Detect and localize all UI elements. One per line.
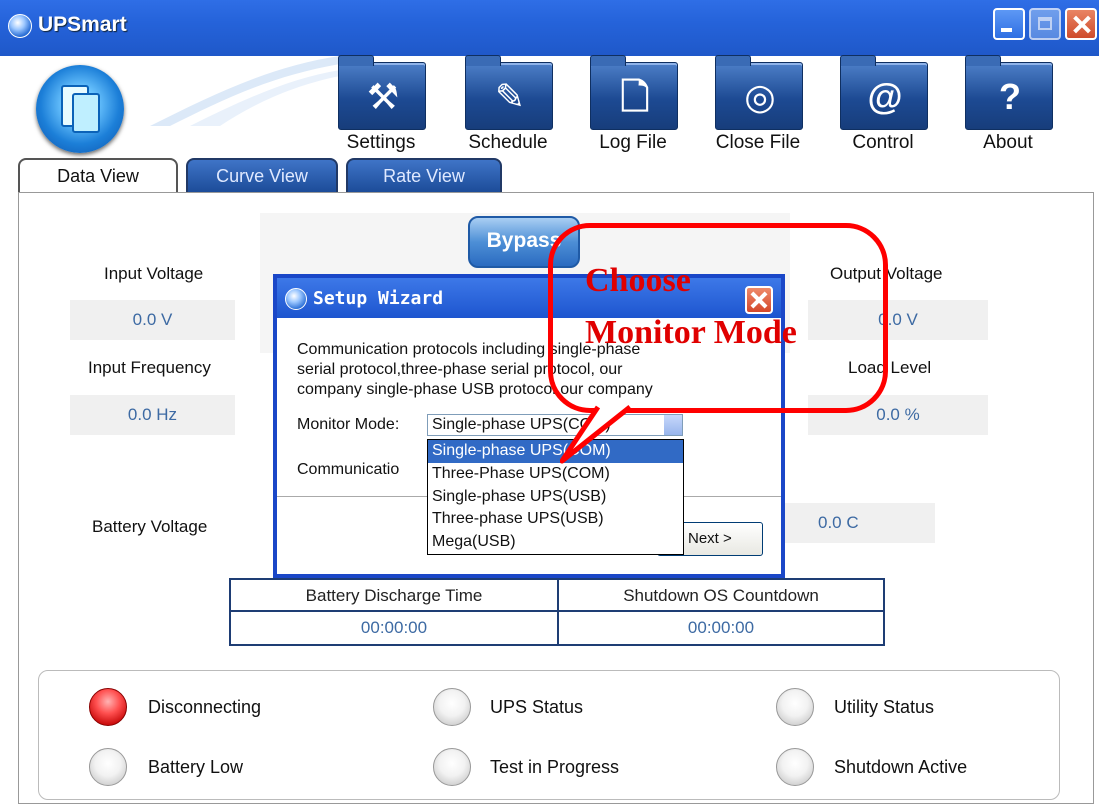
folder-icon: ⚒: [338, 55, 426, 130]
option-single-phase-com[interactable]: Single-phase UPS(COM): [428, 440, 683, 463]
battery-voltage-label: Battery Voltage: [92, 517, 208, 536]
app-icon: [8, 14, 32, 38]
folder-icon: ✎: [465, 55, 553, 130]
option-three-phase-com[interactable]: Three-Phase UPS(COM): [428, 463, 683, 486]
communication-label: Communicatio: [297, 461, 400, 478]
input-voltage-label: Input Voltage: [104, 264, 204, 283]
log-file-label: Log File: [599, 132, 667, 153]
minimize-button[interactable]: [993, 8, 1025, 40]
ups-status-led-icon: [433, 688, 471, 726]
shutdown-countdown-header: Shutdown OS Countdown: [559, 580, 883, 612]
about-button[interactable]: ? About: [963, 55, 1053, 156]
tab-data-view[interactable]: Data View: [18, 158, 178, 192]
annotation-pointer: [560, 405, 632, 464]
maximize-button[interactable]: [1029, 8, 1061, 40]
discharge-time-value: 00:00:00: [231, 612, 559, 644]
document-icon: 🗋: [620, 76, 650, 117]
disc-icon: ◎: [744, 76, 776, 117]
monitor-mode-dropdown: Single-phase UPS(COM) Three-Phase UPS(CO…: [427, 439, 684, 555]
close-button[interactable]: [1065, 8, 1097, 40]
test-in-progress-led-icon: [433, 748, 471, 786]
close-file-button[interactable]: ◎ Close File: [713, 55, 803, 156]
ups-status-label: UPS Status: [490, 697, 584, 717]
option-single-phase-usb[interactable]: Single-phase UPS(USB): [428, 486, 683, 509]
title-bar: UPSmart: [0, 0, 1099, 56]
wizard-icon: [285, 288, 307, 310]
shutdown-countdown-value: 00:00:00: [687, 618, 755, 637]
battery-low-led-icon: [89, 748, 127, 786]
at-icon: @: [867, 76, 903, 117]
folder-icon: ◎: [715, 55, 803, 130]
question-icon: ?: [999, 76, 1021, 117]
hammer-icon: ⚒: [366, 76, 400, 117]
temperature-value: 0.0 C: [770, 503, 935, 543]
annotation-line-2: Monitor Mode: [585, 314, 797, 351]
window-title: UPSmart: [38, 13, 127, 36]
control-button[interactable]: @ Control: [838, 55, 928, 156]
monitor-mode-label: Monitor Mode:: [297, 416, 400, 433]
annotation-text: Choose Monitor Mode: [585, 255, 885, 359]
discharge-time-header: Battery Discharge Time: [231, 580, 559, 612]
annotation-line-1: Choose: [585, 262, 691, 299]
folder-icon: @: [840, 55, 928, 130]
pen-icon: ✎: [494, 76, 526, 117]
schedule-button[interactable]: ✎ Schedule: [463, 55, 553, 156]
settings-button[interactable]: ⚒ Settings: [336, 55, 426, 156]
tab-curve-view[interactable]: Curve View: [186, 158, 338, 192]
dropdown-arrow-icon[interactable]: [664, 415, 682, 435]
folder-icon: 🗋: [590, 55, 678, 130]
option-three-phase-usb[interactable]: Three-phase UPS(USB): [428, 508, 683, 531]
disconnecting-led-icon: [89, 688, 127, 726]
about-label: About: [983, 132, 1033, 153]
disconnecting-label: Disconnecting: [148, 697, 262, 717]
status-panel: [38, 670, 1060, 800]
input-frequency-value: 0.0 Hz: [70, 395, 235, 435]
folder-icon: ?: [965, 55, 1053, 130]
battery-low-label: Battery Low: [148, 757, 244, 777]
tab-rate-view[interactable]: Rate View: [346, 158, 502, 192]
input-frequency-label: Input Frequency: [88, 358, 211, 377]
app-logo: [36, 65, 124, 153]
shutdown-active-led-icon: [776, 748, 814, 786]
app-window: UPSmart ⚒ Settings ✎ Schedule 🗋 Log File…: [0, 0, 1099, 812]
test-in-progress-label: Test in Progress: [490, 757, 620, 777]
control-label: Control: [852, 132, 914, 153]
utility-status-label: Utility Status: [834, 697, 935, 717]
close-file-label: Close File: [715, 132, 801, 153]
monitor-mode-select[interactable]: Single-phase UPS(COM): [427, 414, 683, 436]
schedule-label: Schedule: [468, 132, 548, 153]
log-file-button[interactable]: 🗋 Log File: [588, 55, 678, 156]
utility-status-led-icon: [776, 688, 814, 726]
time-table: Battery Discharge Time Shutdown OS Count…: [229, 578, 885, 646]
shutdown-active-label: Shutdown Active: [834, 757, 968, 777]
settings-label: Settings: [346, 132, 416, 153]
option-mega-usb[interactable]: Mega(USB): [428, 531, 683, 554]
input-voltage-value: 0.0 V: [70, 300, 235, 340]
dialog-title: Setup Wizard: [313, 288, 444, 309]
header-swoosh: [150, 56, 340, 126]
